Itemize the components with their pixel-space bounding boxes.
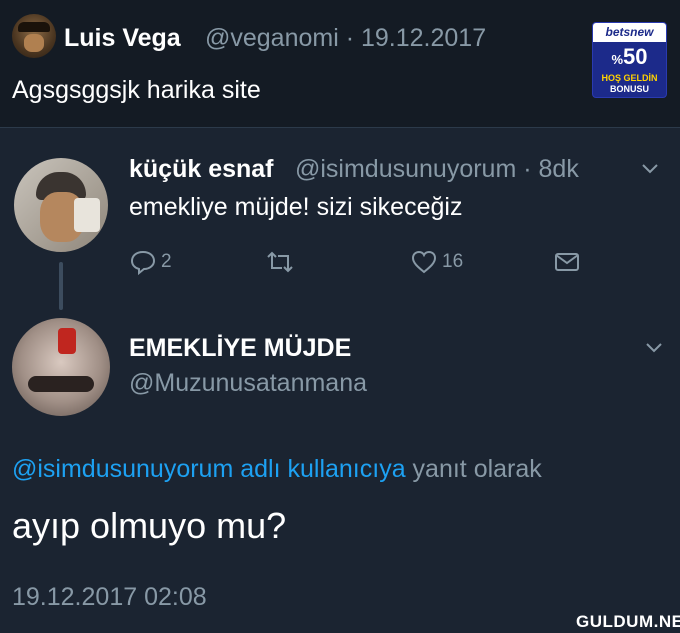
reply-mention-link[interactable]: @isimdusunuyorum adlı kullanıcıya (12, 455, 406, 483)
author-handle[interactable]: @Muzunusatanmana (129, 369, 367, 398)
reply-button[interactable]: 2 (129, 244, 172, 280)
author-name[interactable]: Luis Vega (64, 24, 181, 53)
reply-count: 2 (161, 251, 172, 272)
message-icon (555, 253, 579, 271)
ad-percent-value: 50 (623, 44, 648, 69)
tweet-text: emekliye müjde! sizi sikeceğiz (129, 193, 463, 221)
ad-banner[interactable]: betsnew %50 HOŞ GELDİN BONUSU (592, 22, 667, 98)
tweet-timestamp[interactable]: 19.12.2017 02:08 (12, 583, 207, 612)
chevron-down-icon[interactable] (644, 340, 664, 356)
chevron-down-icon[interactable] (640, 161, 660, 177)
avatar[interactable] (12, 318, 110, 416)
author-meta: @veganomi · 19.12.2017 (205, 24, 487, 52)
avatar[interactable] (12, 156, 110, 254)
like-count: 16 (442, 251, 464, 272)
author-name[interactable]: EMEKLİYE MÜJDE (129, 334, 351, 363)
ad-percent-symbol: % (611, 52, 624, 67)
avatar-figure (58, 328, 76, 354)
message-button[interactable] (553, 244, 581, 280)
avatar-cup (74, 198, 100, 232)
ad-line2: BONUSU (609, 84, 649, 94)
author-name[interactable]: küçük esnaf (129, 155, 274, 184)
ad-line1: HOŞ GELDİN (601, 73, 658, 83)
reply-context: @isimdusunuyorum adlı kullanıcıya yanıt … (12, 455, 542, 484)
like-button[interactable]: 16 (410, 244, 463, 280)
author-meta: @isimdusunuyorum · 8dk (295, 155, 579, 183)
tweet-text: Agsgsggsjk harika site (12, 76, 261, 104)
like-icon (411, 250, 437, 274)
top-tweet: Luis Vega @veganomi · 19.12.2017 Agsgsgg… (0, 0, 680, 128)
tweet-actions: 2 16 (129, 244, 589, 280)
avatar[interactable] (12, 14, 56, 58)
reply-icon (130, 250, 156, 276)
tweet-text: ayıp olmuyo mu? (12, 505, 287, 546)
retweet-icon (267, 251, 293, 273)
avatar-eyes (28, 376, 94, 392)
retweet-button[interactable] (264, 244, 296, 280)
ad-brand: betsnew (593, 23, 666, 42)
reply-context-suffix: yanıt olarak (405, 455, 542, 483)
watermark: GULDUM.NET (576, 612, 680, 631)
thread-connector (59, 262, 63, 310)
ad-percent: %50 (593, 44, 666, 73)
